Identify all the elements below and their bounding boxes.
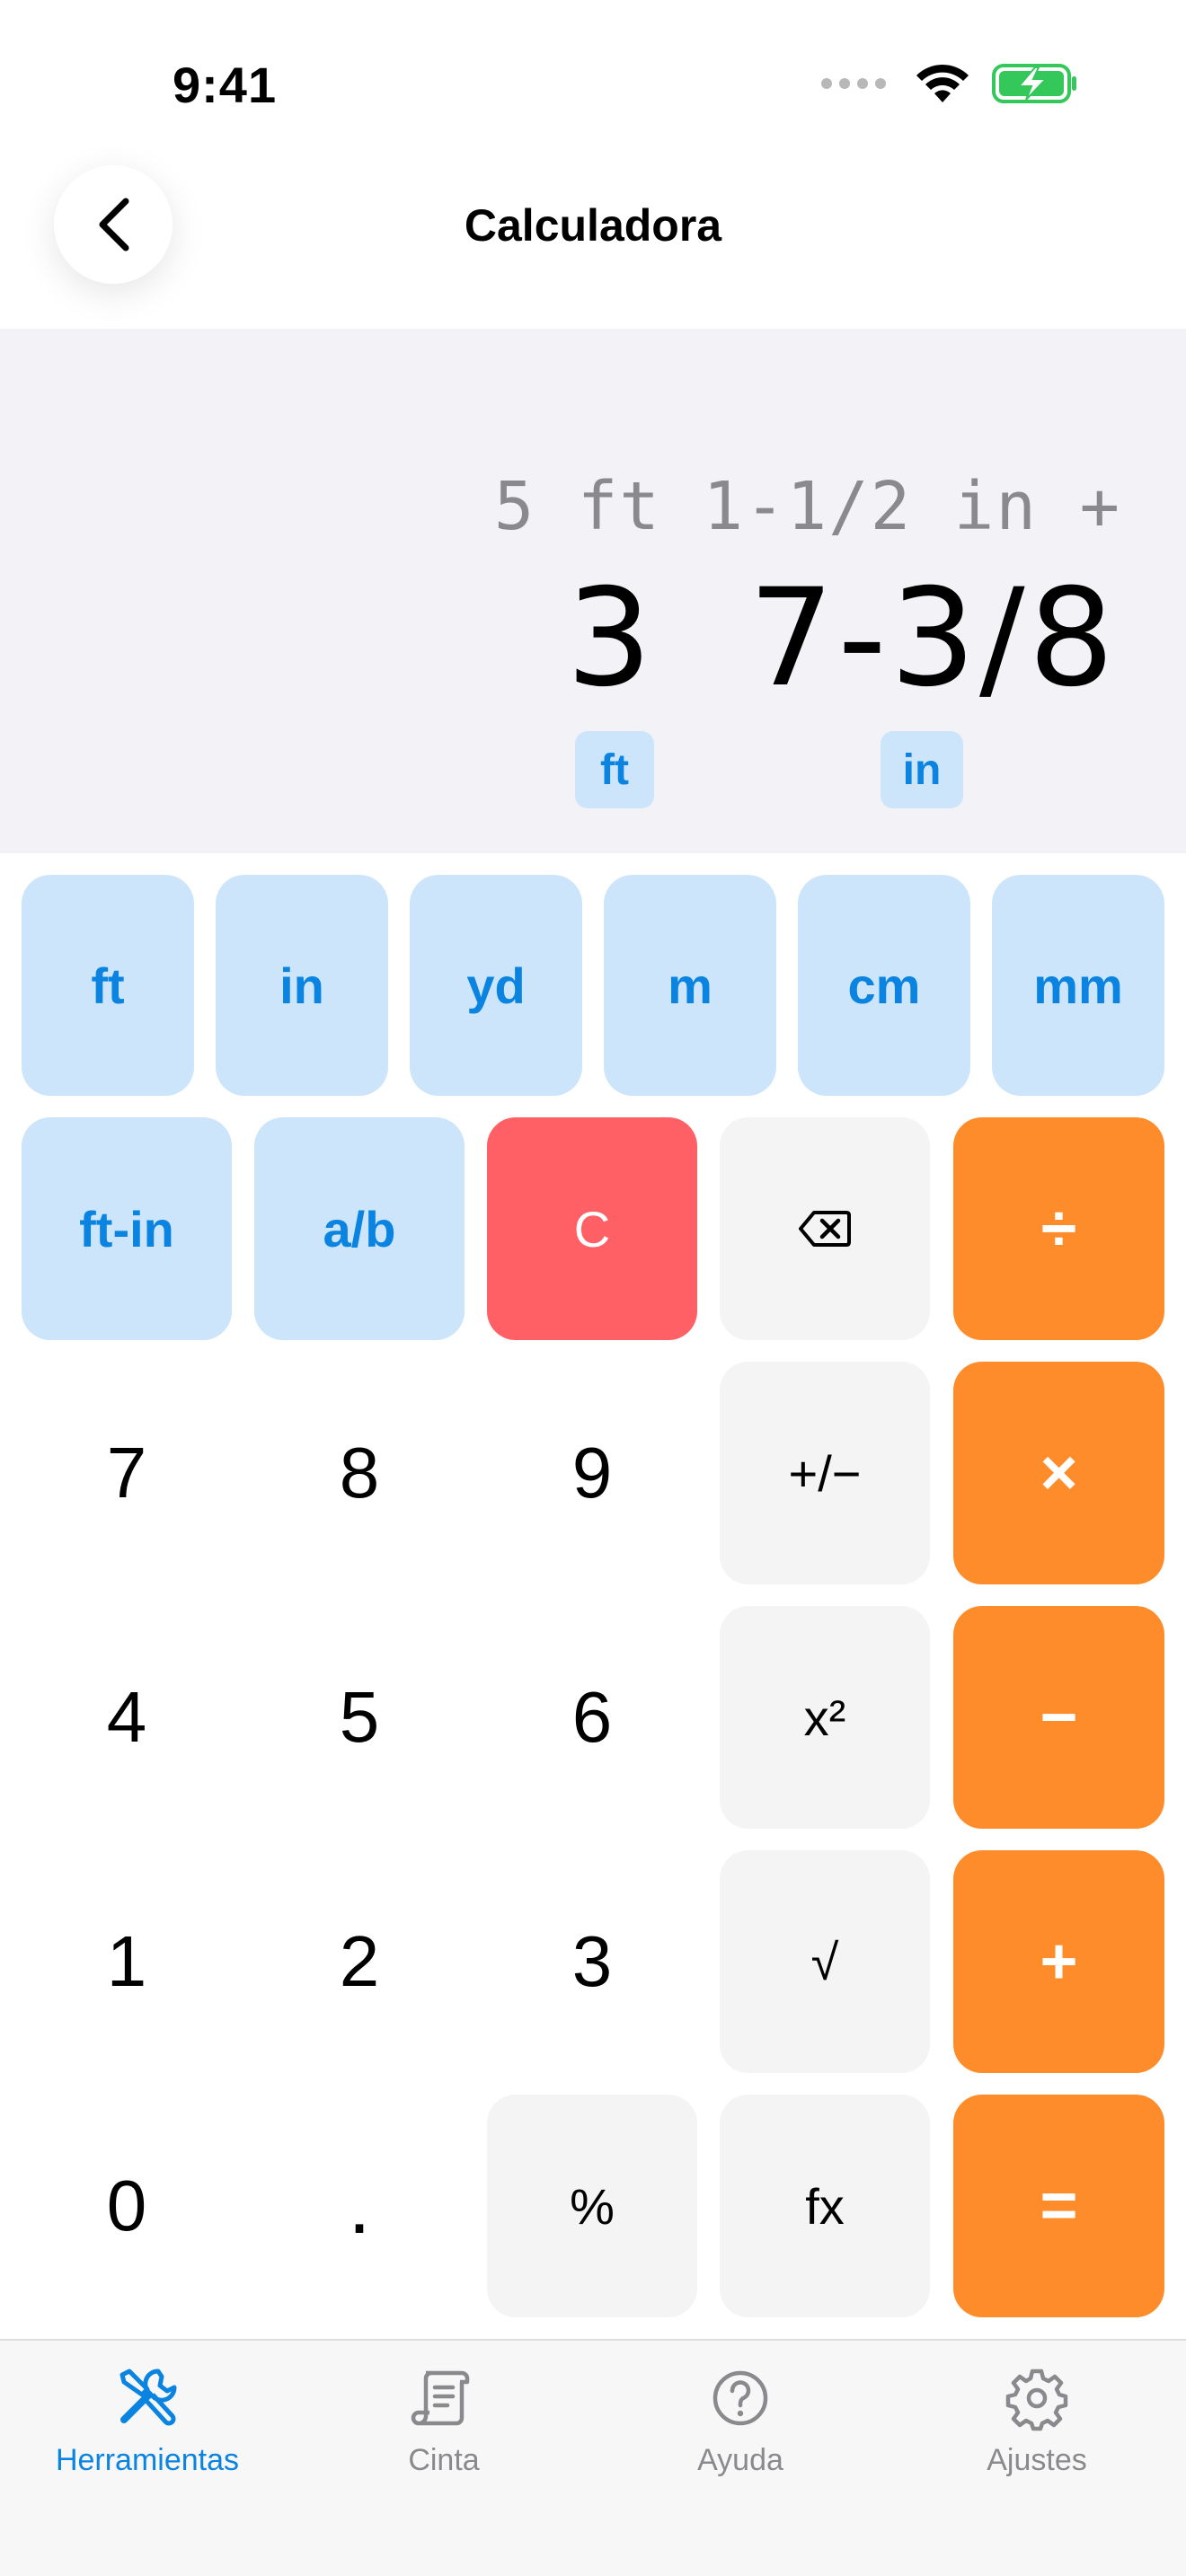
tab-herramientas[interactable]: Herramientas [22, 2364, 273, 2478]
square-root-button[interactable]: √ [720, 1850, 930, 2073]
status-bar: 9:41 [0, 0, 1186, 171]
tab-label-herramientas: Herramientas [55, 2443, 240, 2477]
digit-4-button[interactable]: 4 [22, 1606, 232, 1829]
result-value: 3 7-3/8 [566, 571, 1118, 706]
multiply-button[interactable]: × [953, 1362, 1164, 1584]
inches-unit-tag: in [881, 731, 963, 808]
calculator-display: 5 ft 1-1/2 in + 3 7-3/8 ft in [0, 329, 1186, 853]
fraction-button[interactable]: a/b [254, 1117, 465, 1340]
tab-bar: Herramientas Cinta Ayuda Ajustes [0, 2339, 1186, 2576]
gear-icon [1005, 2369, 1068, 2431]
unit-key-m[interactable]: m [604, 875, 776, 1096]
page-title: Calculadora [464, 200, 722, 251]
clear-button[interactable]: C [487, 1117, 697, 1340]
wifi-icon [916, 64, 969, 102]
add-button[interactable]: + [953, 1850, 1164, 2073]
digit-3-button[interactable]: 3 [487, 1850, 697, 2073]
percent-button[interactable]: % [487, 2095, 697, 2317]
status-time: 9:41 [173, 57, 278, 113]
tools-icon [119, 2369, 177, 2426]
square-button[interactable]: x² [720, 1606, 930, 1829]
expression-text: 5 ft 1-1/2 in + [493, 468, 1121, 545]
digit-0-button[interactable]: 0 [22, 2095, 232, 2317]
divide-button[interactable]: ÷ [953, 1117, 1164, 1340]
decimal-button[interactable]: . [254, 2095, 465, 2317]
digit-1-button[interactable]: 1 [22, 1850, 232, 2073]
tab-ajustes[interactable]: Ajustes [911, 2364, 1163, 2478]
backspace-button[interactable] [720, 1117, 930, 1340]
digit-8-button[interactable]: 8 [254, 1362, 465, 1584]
status-icons [821, 63, 1078, 104]
digit-7-button[interactable]: 7 [22, 1362, 232, 1584]
unit-key-cm[interactable]: cm [798, 875, 970, 1096]
navigation-header: Calculadora [0, 153, 1186, 328]
fx-button[interactable]: fx [720, 2095, 930, 2317]
help-icon [712, 2370, 768, 2426]
unit-key-yd[interactable]: yd [410, 875, 582, 1096]
digit-9-button[interactable]: 9 [487, 1362, 697, 1584]
feet-unit-tag: ft [575, 731, 654, 808]
backspace-icon [799, 1211, 851, 1247]
ft-in-button[interactable]: ft-in [22, 1117, 232, 1340]
scroll-icon [411, 2370, 470, 2426]
cellular-signal-icon [821, 78, 886, 89]
equals-button[interactable]: = [953, 2095, 1164, 2317]
tab-label-ayuda: Ayuda [697, 2443, 783, 2477]
digit-6-button[interactable]: 6 [487, 1606, 697, 1829]
unit-key-mm[interactable]: mm [992, 875, 1164, 1096]
feet-value: 3 [566, 560, 656, 717]
unit-key-ft[interactable]: ft [22, 875, 194, 1096]
subtract-button[interactable]: − [953, 1606, 1164, 1829]
plus-minus-button[interactable]: +/− [720, 1362, 930, 1584]
digit-5-button[interactable]: 5 [254, 1606, 465, 1829]
tab-label-ajustes: Ajustes [987, 2443, 1087, 2477]
inches-value: 7-3/8 [748, 560, 1118, 717]
battery-charging-icon [992, 64, 1076, 103]
tab-ayuda[interactable]: Ayuda [615, 2364, 866, 2478]
tab-label-cinta: Cinta [408, 2443, 480, 2477]
tab-cinta[interactable]: Cinta [318, 2364, 570, 2478]
digit-2-button[interactable]: 2 [254, 1850, 465, 2073]
unit-key-in[interactable]: in [216, 875, 388, 1096]
